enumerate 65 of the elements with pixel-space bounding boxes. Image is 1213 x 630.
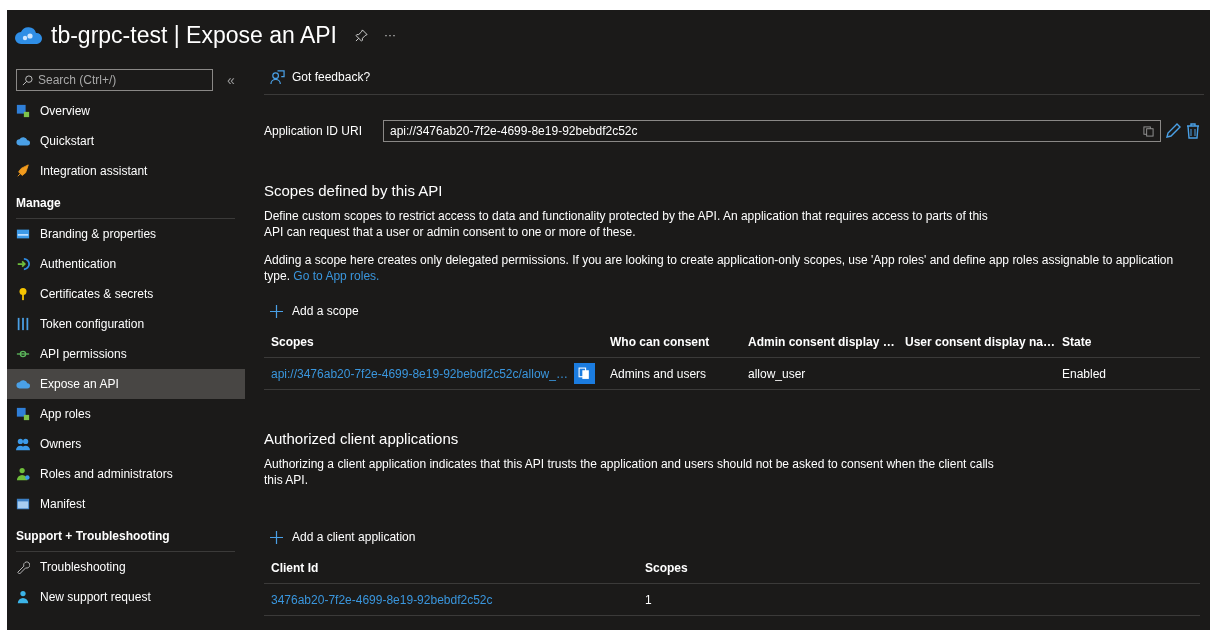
column-header: Scopes bbox=[645, 560, 689, 575]
person-icon bbox=[16, 590, 30, 604]
feedback-icon bbox=[270, 69, 285, 85]
column-header: State bbox=[1062, 334, 1093, 349]
nav-item[interactable]: API permissions bbox=[7, 339, 245, 369]
nav-item[interactable]: Quickstart bbox=[7, 126, 245, 156]
feedback-button[interactable]: Got feedback? bbox=[264, 69, 377, 85]
section-title: Scopes defined by this API bbox=[264, 182, 444, 199]
wrench-icon bbox=[16, 560, 30, 574]
section-title: Authorized client applications bbox=[264, 430, 460, 447]
delete-icon[interactable] bbox=[1185, 123, 1201, 139]
copy-icon[interactable] bbox=[1143, 125, 1154, 137]
pin-icon[interactable] bbox=[354, 28, 368, 42]
nav-item[interactable]: New support request bbox=[7, 582, 245, 612]
nav-item[interactable]: Integration assistant bbox=[7, 156, 245, 186]
nav-item[interactable]: Owners bbox=[7, 429, 245, 459]
sliders-icon bbox=[16, 317, 30, 331]
nav-item[interactable]: Branding & properties bbox=[7, 219, 245, 249]
section-heading: Support + Troubleshooting bbox=[16, 525, 235, 552]
scope-link[interactable]: api://3476ab20-7f2e-4699-8e19-92bebdf2c52c/allow_… bbox=[271, 366, 568, 381]
table-cell-text: Admins and users bbox=[610, 366, 708, 381]
nav-item[interactable]: Manifest bbox=[7, 489, 245, 519]
card-icon bbox=[16, 227, 30, 241]
people-icon bbox=[16, 437, 30, 451]
description-text: Adding a scope here creates only delegated permissions. If you are looking to create application-only scopes, use 'App roles' and define app roles assignable to application type. Go to App roles. bbox=[264, 252, 1175, 284]
nav-item[interactable]: Roles and administrators bbox=[7, 459, 245, 489]
field-label: Application ID URI bbox=[264, 124, 364, 138]
nav-item[interactable]: Overview bbox=[7, 96, 245, 126]
column-header: User consent display na… bbox=[905, 334, 1057, 349]
arrow-circle-icon bbox=[16, 257, 30, 271]
nav-item[interactable]: Certificates & secrets bbox=[7, 279, 245, 309]
column-header: Scopes bbox=[271, 334, 315, 349]
page-title: tb-grpc-test | Expose an API bbox=[51, 21, 337, 49]
uri-field[interactable]: api://3476ab20-7f2e-4699-8e19-92bebdf2c52c bbox=[383, 120, 1161, 142]
nav-item[interactable]: Expose an API bbox=[7, 369, 245, 399]
cloud-icon bbox=[15, 25, 43, 45]
nav-item[interactable]: Authentication bbox=[7, 249, 245, 279]
cloud-icon bbox=[16, 377, 30, 391]
add-client-button[interactable]: Add a client application bbox=[264, 522, 422, 552]
client-id-link[interactable]: 3476ab20-7f2e-4699-8e19-92bebdf2c52c bbox=[271, 592, 645, 607]
column-header: Who can consent bbox=[610, 334, 711, 349]
nav-item[interactable]: Token configuration bbox=[7, 309, 245, 339]
column-header: Admin consent display … bbox=[748, 334, 896, 349]
more-button[interactable]: ··· bbox=[383, 28, 396, 42]
collapse-button[interactable]: « bbox=[227, 72, 235, 88]
column-header: Client Id bbox=[271, 560, 320, 575]
plus-icon bbox=[270, 304, 283, 318]
search-icon bbox=[22, 75, 33, 86]
add-scope-button[interactable]: Add a scope bbox=[264, 296, 365, 326]
plus-icon bbox=[270, 530, 283, 544]
description-text: Define custom scopes to restrict access to data and functionality protected by the API. An application that requires access to parts of this API can request that a user or admin consent to one or more of these. bbox=[264, 208, 989, 240]
table-cell-text: Enabled bbox=[1062, 366, 1108, 381]
table-cell-text: allow_user bbox=[748, 366, 807, 381]
search-field[interactable]: Search (Ctrl+/) bbox=[16, 69, 213, 91]
table-cell-text: 1 bbox=[645, 592, 653, 607]
edit-icon[interactable] bbox=[1165, 123, 1181, 139]
nav-item[interactable]: Troubleshooting bbox=[7, 552, 245, 582]
description-text: Authorizing a client application indicates that this API trusts the application and users should not be asked to consent when the client calls this API. bbox=[264, 456, 995, 488]
nav-item[interactable]: App roles bbox=[7, 399, 245, 429]
app-roles-link[interactable]: Go to App roles. bbox=[293, 269, 380, 283]
person-icon bbox=[16, 467, 30, 481]
copy-icon bbox=[577, 367, 591, 380]
copy-button[interactable] bbox=[573, 363, 595, 384]
cloud-icon bbox=[16, 134, 30, 148]
section-heading: Manage bbox=[16, 192, 235, 219]
